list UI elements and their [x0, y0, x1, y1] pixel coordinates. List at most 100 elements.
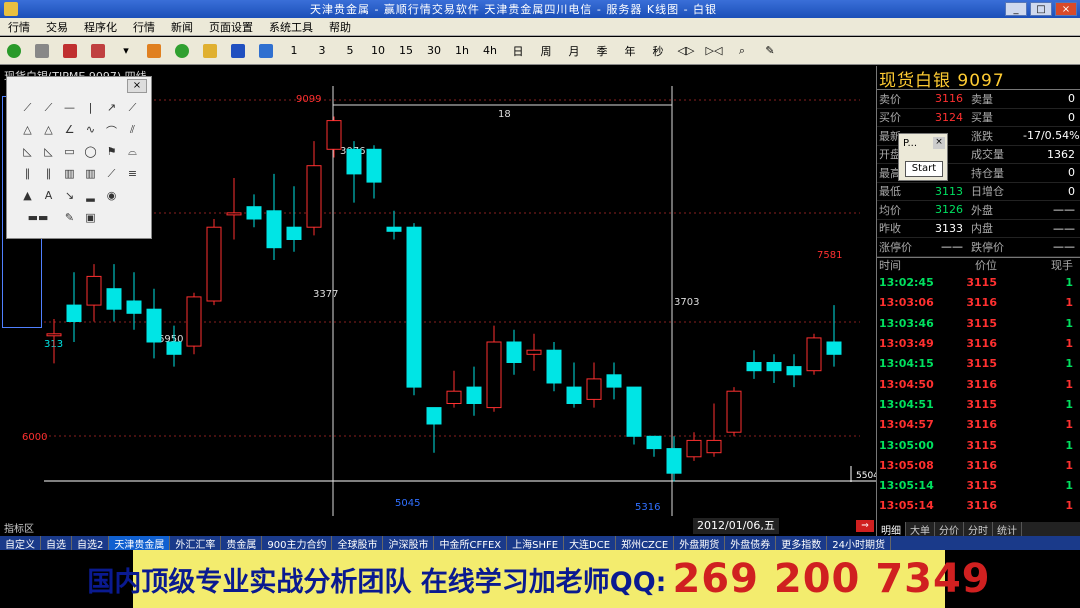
period-15-button[interactable]: 15 — [393, 40, 419, 62]
cycle-tool-icon[interactable]: ⌓ — [122, 145, 143, 167]
market-tab-futures[interactable]: 外盘期货 — [674, 536, 726, 551]
tab-detail[interactable]: 明细 — [877, 522, 906, 537]
refresh-icon[interactable] — [169, 40, 195, 62]
search-icon[interactable]: ⌕ — [729, 40, 755, 62]
angle-tool-icon[interactable]: ∠ — [59, 123, 80, 145]
parallel-tool-icon[interactable]: ∥ — [17, 167, 38, 189]
color-tool-icon[interactable]: ✎ — [59, 211, 80, 233]
drawing-tool-palette[interactable]: × ⟋ ⟋ — | ↗ ⟋ △ △ ∠ ∿ ⌒ ⫽ ◺ ◺ ▭ ◯ ⚑ ⌓ ∥ … — [6, 76, 152, 239]
arrow-tool-icon[interactable]: ↗ — [101, 101, 122, 123]
period-3-button[interactable]: 3 — [309, 40, 335, 62]
scroll-right-icon[interactable]: ⇒ — [856, 520, 874, 532]
popup-start-button[interactable]: Start — [905, 161, 943, 177]
palette-close-button[interactable]: × — [127, 79, 147, 93]
close-button[interactable]: × — [1055, 2, 1077, 16]
text-tool-icon[interactable]: A — [38, 189, 59, 211]
market-tab-bonds[interactable]: 外盘债券 — [725, 536, 777, 551]
rect-tool-icon[interactable]: ▭ — [59, 145, 80, 167]
tab-price-split[interactable]: 分价 — [935, 522, 964, 537]
wave-icon[interactable] — [253, 40, 279, 62]
ellipse-tool-icon[interactable]: ◯ — [80, 145, 101, 167]
menu-item-quotes-2[interactable]: 行情 — [125, 19, 163, 35]
buy-tool-icon[interactable]: ▲ — [17, 189, 38, 211]
draw-tool-icon[interactable]: ✎ — [757, 40, 783, 62]
market-tab-24h[interactable]: 24小时期货 — [827, 536, 891, 551]
hline-tool-icon[interactable]: — — [59, 101, 80, 123]
tab-stats[interactable]: 统计 — [993, 522, 1022, 537]
ray-tool-icon[interactable]: ⟋ — [38, 101, 59, 123]
market-tab-shfe[interactable]: 上海SHFE — [507, 536, 565, 551]
trade-row: 13:03:46 3115 1 — [877, 313, 1080, 333]
period-1-button[interactable]: 1 — [281, 40, 307, 62]
market-tab-metals[interactable]: 贵金属 — [221, 536, 263, 551]
period-month-button[interactable]: 月 — [561, 40, 587, 62]
menu-item-system-tools[interactable]: 系统工具 — [261, 19, 321, 35]
menu-item-program[interactable]: 程序化 — [76, 19, 125, 35]
market-tab-dce[interactable]: 大连DCE — [564, 536, 617, 551]
tab-big-order[interactable]: 大单 — [906, 522, 935, 537]
period-4h-button[interactable]: 4h — [477, 40, 503, 62]
back-icon[interactable] — [1, 40, 27, 62]
kline-icon[interactable] — [85, 40, 111, 62]
grid-icon[interactable] — [29, 40, 55, 62]
triangle-2-tool-icon[interactable]: △ — [38, 123, 59, 145]
save-icon[interactable] — [225, 40, 251, 62]
zoom-in-icon[interactable]: ◁▷ — [673, 40, 699, 62]
parallel-2-tool-icon[interactable]: ∥ — [38, 167, 59, 189]
bar-tool-icon[interactable]: ▂ — [80, 189, 101, 211]
vline-tool-icon[interactable]: | — [80, 101, 101, 123]
market-tab-watch[interactable]: 自选 — [41, 536, 72, 551]
market-tab-900[interactable]: 900主力合约 — [262, 536, 333, 551]
fib-tool-icon[interactable]: ◺ — [17, 145, 38, 167]
minimize-button[interactable]: _ — [1005, 2, 1027, 16]
speed-tool-icon[interactable]: ⟋ — [101, 167, 122, 189]
market-tab-tjpme[interactable]: 天津贵金属 — [109, 536, 171, 551]
market-tab-cffex[interactable]: 中金所CFFEX — [434, 536, 508, 551]
flash-icon[interactable] — [141, 40, 167, 62]
zoom-out-icon[interactable]: ▷◁ — [701, 40, 727, 62]
market-tab-hs[interactable]: 沪深股市 — [383, 536, 435, 551]
period-week-button[interactable]: 周 — [533, 40, 559, 62]
fan-tool-icon[interactable]: ⟋ — [122, 101, 143, 123]
tab-time-split[interactable]: 分时 — [964, 522, 993, 537]
market-tab-global[interactable]: 全球股市 — [332, 536, 384, 551]
channel-tool-icon[interactable]: ▥ — [59, 167, 80, 189]
market-tab-index[interactable]: 更多指数 — [776, 536, 828, 551]
period-year-button[interactable]: 年 — [617, 40, 643, 62]
fib-2-tool-icon[interactable]: ◺ — [38, 145, 59, 167]
menu-item-page-settings[interactable]: 页面设置 — [201, 19, 261, 35]
box-tool-icon[interactable]: ≡ — [122, 167, 143, 189]
period-day-button[interactable]: 日 — [505, 40, 531, 62]
down-arrow-tool-icon[interactable]: ↘ — [59, 189, 80, 211]
color-2-tool-icon[interactable]: ▣ — [80, 211, 101, 233]
period-quarter-button[interactable]: 季 — [589, 40, 615, 62]
market-tab-czce[interactable]: 郑州CZCE — [616, 536, 675, 551]
period-5-button[interactable]: 5 — [337, 40, 363, 62]
folder-icon[interactable] — [197, 40, 223, 62]
market-tab-fx[interactable]: 外汇汇率 — [170, 536, 222, 551]
gann-tool-icon[interactable]: ⫽ — [122, 123, 143, 145]
menu-item-trade[interactable]: 交易 — [38, 19, 76, 35]
market-tab-watch-2[interactable]: 自选2 — [72, 536, 110, 551]
menu-item-quotes[interactable]: 行情 — [0, 19, 38, 35]
period-30-button[interactable]: 30 — [421, 40, 447, 62]
wave-tool-icon[interactable]: ∿ — [80, 123, 101, 145]
dropdown-icon[interactable]: ▾ — [113, 40, 139, 62]
period-10-button[interactable]: 10 — [365, 40, 391, 62]
curve-tool-icon[interactable]: ⌒ — [101, 123, 122, 145]
period-second-button[interactable]: 秒 — [645, 40, 671, 62]
channel-2-tool-icon[interactable]: ▥ — [80, 167, 101, 189]
market-tab-custom[interactable]: 自定义 — [0, 536, 41, 551]
chart-line-icon[interactable] — [57, 40, 83, 62]
flag-tool-icon[interactable]: ⚑ — [101, 145, 122, 167]
menu-item-news[interactable]: 新闻 — [163, 19, 201, 35]
maximize-button[interactable]: □ — [1030, 2, 1052, 16]
menu-item-help[interactable]: 帮助 — [321, 19, 359, 35]
popup-close-button[interactable]: × — [933, 137, 945, 149]
line-tool-icon[interactable]: ⟋ — [17, 101, 38, 123]
period-1h-button[interactable]: 1h — [449, 40, 475, 62]
triangle-tool-icon[interactable]: △ — [17, 123, 38, 145]
line-style-icon[interactable]: ▬▬ — [17, 211, 59, 233]
palette-tool-icon[interactable]: ◉ — [101, 189, 122, 211]
script-popup[interactable]: P... × Start — [898, 133, 948, 181]
